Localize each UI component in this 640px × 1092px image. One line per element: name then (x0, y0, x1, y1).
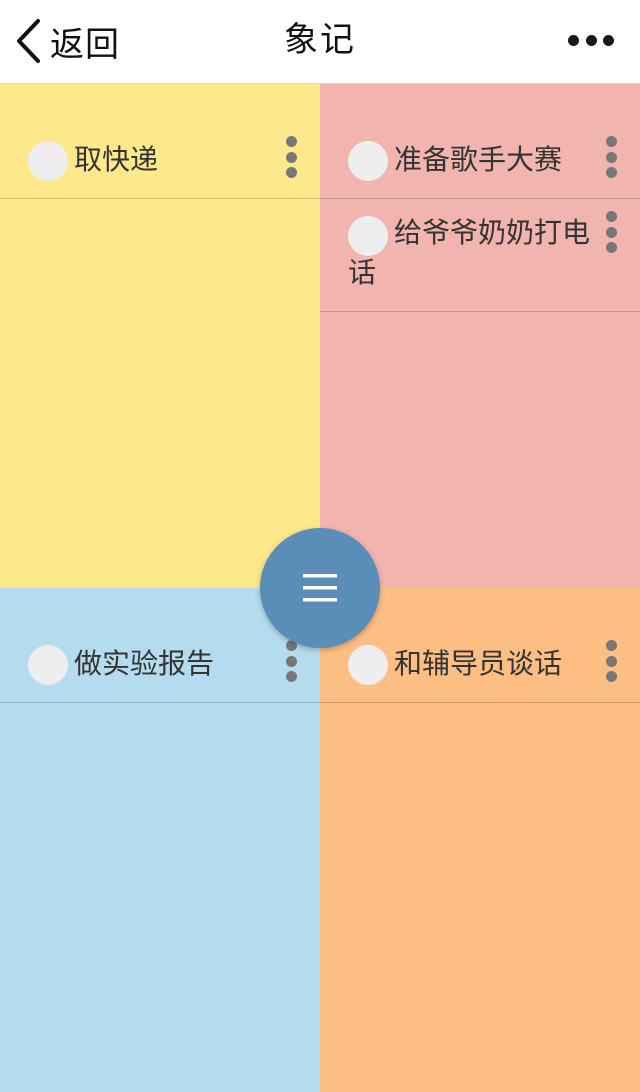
complete-checkbox[interactable] (348, 645, 388, 685)
complete-checkbox[interactable] (28, 645, 68, 685)
back-label: 返回 (50, 24, 120, 65)
more-vertical-icon[interactable] (284, 136, 298, 178)
complete-checkbox[interactable] (348, 216, 388, 256)
navigation-bar: 返回 象记 (0, 0, 640, 84)
more-dot (603, 34, 614, 46)
more-dot (585, 34, 597, 46)
more-vertical-icon[interactable] (284, 640, 298, 682)
more-vertical-icon[interactable] (604, 211, 618, 253)
chevron-left-icon (17, 19, 40, 63)
more-vertical-icon[interactable] (604, 136, 618, 178)
menu-fab-button[interactable] (260, 528, 380, 648)
list-item[interactable]: 取快递 (0, 84, 320, 199)
list-item[interactable]: 准备歌手大赛 (320, 84, 640, 199)
quadrant-orange: 和辅导员谈话 (320, 588, 640, 1092)
quadrant-yellow: 取快递 (0, 84, 320, 588)
item-label: 给爷爷奶奶打电话 (348, 216, 591, 289)
complete-checkbox[interactable] (348, 141, 388, 181)
back-button[interactable]: 返回 (14, 16, 120, 66)
more-vertical-icon[interactable] (604, 640, 618, 682)
list-item[interactable]: 给爷爷奶奶打电话 (320, 199, 640, 312)
more-button[interactable] (568, 30, 614, 50)
menu-icon (303, 574, 337, 602)
more-horizontal-icon (568, 34, 579, 46)
complete-checkbox[interactable] (28, 141, 68, 181)
quadrant-blue: 做实验报告 (0, 588, 320, 1092)
quadrant-pink: 准备歌手大赛 给爷爷奶奶打电话 (320, 84, 640, 588)
